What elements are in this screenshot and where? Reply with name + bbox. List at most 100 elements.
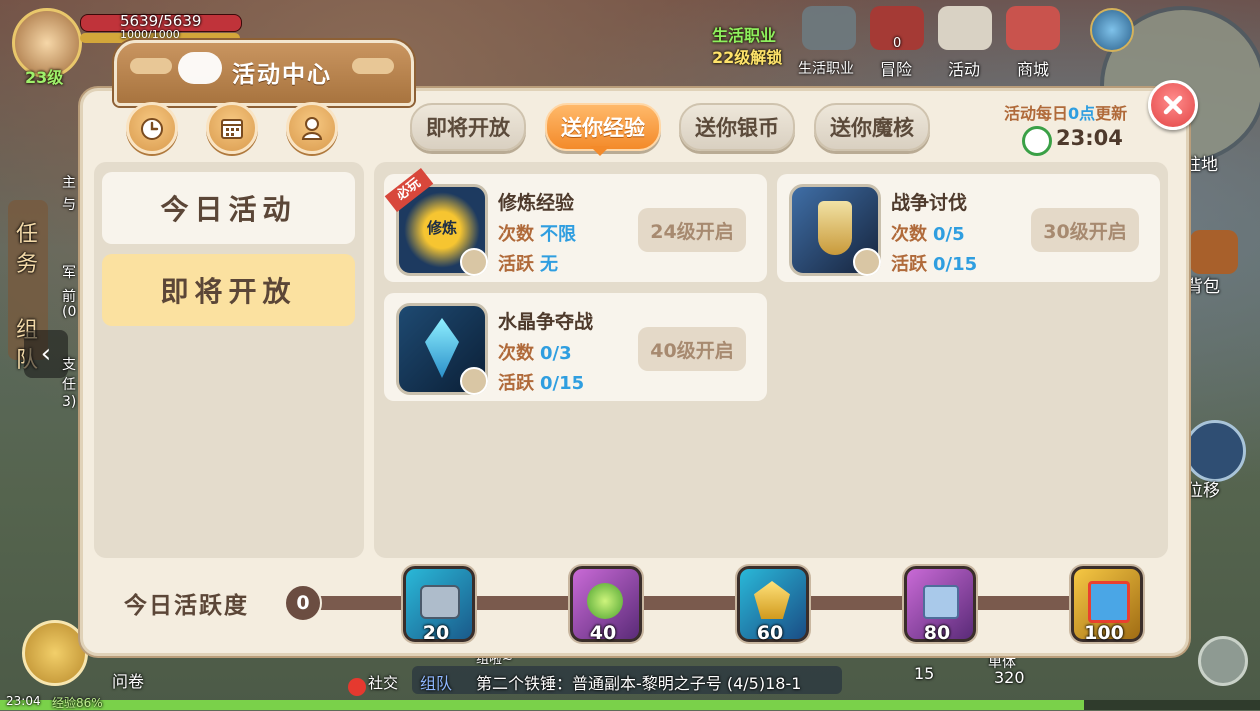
activity-card-war-crusade[interactable]: 战争讨伐 次数 0/5 活跃 0/15 30级开启 xyxy=(777,174,1160,282)
active-tab-pointer xyxy=(590,146,610,156)
reward-badge-icon xyxy=(853,248,881,276)
times-line: 次数 0/3 xyxy=(498,339,572,365)
left-snippet-1: 主 xyxy=(62,175,76,191)
left-snippet-7: 任 xyxy=(62,377,76,393)
character-icon xyxy=(301,117,323,140)
green-rune-icon xyxy=(587,583,623,619)
milestone-80: 80 xyxy=(923,622,951,644)
settings-gear-icon[interactable] xyxy=(1198,636,1248,686)
exp-text: 经验86% xyxy=(52,696,103,710)
active-value: 0/15 xyxy=(933,254,978,275)
unlock-level-button[interactable]: 24级开启 xyxy=(638,208,746,252)
gold-gem-icon xyxy=(754,581,790,619)
stopwatch-icon xyxy=(1022,126,1052,156)
activity-card-crystal-battle[interactable]: 水晶争夺战 次数 0/3 活跃 0/15 40级开启 xyxy=(384,293,767,401)
left-snippet-8: 3) xyxy=(62,394,77,410)
active-value: 0/15 xyxy=(540,373,585,394)
tab-coming-soon[interactable]: 即将开放 xyxy=(410,103,526,151)
right-label-dash[interactable]: 位移 xyxy=(1186,476,1220,501)
times-value: 0/3 xyxy=(540,343,572,364)
activity-name: 战争讨伐 xyxy=(891,192,968,214)
reward-badge-icon xyxy=(460,248,488,276)
dash-skill-icon[interactable] xyxy=(1184,420,1246,482)
active-line: 活跃 0/15 xyxy=(498,369,584,395)
life-job-icon[interactable] xyxy=(802,6,856,50)
exp-bar-fill xyxy=(0,700,1084,710)
milestone-40: 40 xyxy=(589,622,617,644)
top-icon-label-activity: 活动 xyxy=(948,60,981,79)
update-note-suffix: 更新 xyxy=(1095,104,1128,123)
character-button[interactable] xyxy=(286,102,338,154)
player-level: 23级 xyxy=(25,68,64,87)
activity-name: 修炼经验 xyxy=(498,192,575,214)
tab-give-silver[interactable]: 送你银币 xyxy=(679,103,795,151)
title-right-ornament xyxy=(352,58,394,74)
unlock-level-button[interactable]: 30级开启 xyxy=(1031,208,1139,252)
gold-gift-icon xyxy=(1088,581,1130,623)
alarm-clock-icon xyxy=(141,118,163,140)
reward-badge-icon xyxy=(460,367,488,395)
update-note-highlight: 0点 xyxy=(1068,104,1096,123)
milestone-20: 20 xyxy=(422,622,450,644)
alarm-clock-button[interactable] xyxy=(126,102,178,154)
daily-activity-label: 今日活跃度 xyxy=(124,593,249,619)
blue-gift-icon xyxy=(923,585,959,619)
shield-shape xyxy=(818,201,852,255)
scroll-label[interactable]: 问卷 xyxy=(112,668,144,692)
left-snippet-5: (0 xyxy=(62,304,77,320)
backpack-icon[interactable] xyxy=(1190,230,1238,274)
activity-name: 水晶争夺战 xyxy=(498,311,594,333)
cultivation-icon-label: 修炼 xyxy=(426,219,457,237)
active-line: 活跃 0/15 xyxy=(891,250,977,276)
tab-give-exp[interactable]: 送你经验 xyxy=(545,103,661,151)
times-value: 不限 xyxy=(540,224,576,245)
calendar-icon xyxy=(221,119,243,139)
active-label: 活跃 xyxy=(891,254,927,275)
unlock-level-button[interactable]: 40级开启 xyxy=(638,327,746,371)
left-snippet-6: 支 xyxy=(62,357,76,373)
calendar-button[interactable] xyxy=(206,102,258,154)
update-note: 活动每日0点更新 xyxy=(1004,100,1127,124)
title-left-ornament xyxy=(130,58,172,74)
left-snippet-4: 前 xyxy=(62,289,76,305)
bottom-count: 15 xyxy=(914,664,935,683)
panel-title: 活动中心 xyxy=(232,62,332,88)
auto-path-button[interactable] xyxy=(22,620,88,686)
active-label: 活跃 xyxy=(498,373,534,394)
times-label: 次数 xyxy=(498,343,534,364)
shop-icon[interactable] xyxy=(1006,6,1060,50)
times-line: 次数 不限 xyxy=(498,220,576,246)
times-line: 次数 0/5 xyxy=(891,220,965,246)
close-icon xyxy=(1163,95,1183,115)
left-tab-char-1: 任 xyxy=(16,222,39,247)
top-icon-label-shop: 商城 xyxy=(1017,60,1050,79)
activity-progress-current: 0 xyxy=(284,584,322,622)
right-label-backpack[interactable]: 背包 xyxy=(1186,272,1220,297)
left-menu-today-activities[interactable]: 今日活动 xyxy=(102,172,355,244)
close-button[interactable] xyxy=(1148,80,1198,130)
group-tag: 组队 xyxy=(420,674,453,693)
activity-icon[interactable] xyxy=(938,6,992,50)
silver-chest-icon xyxy=(420,585,460,619)
left-tab-char-2: 务 xyxy=(16,252,39,277)
tab-give-magic-core[interactable]: 送你魔核 xyxy=(814,103,930,151)
notification-dot xyxy=(348,678,366,696)
top-icon-label-life: 生活职业 xyxy=(798,61,854,77)
times-label: 次数 xyxy=(891,224,927,245)
single-target-count: 320 xyxy=(994,668,1025,687)
left-snippet-3: 军 xyxy=(62,265,76,281)
active-value: 无 xyxy=(540,254,558,275)
left-snippet-2: 与 xyxy=(62,197,76,213)
right-label-base[interactable]: 驻地 xyxy=(1184,150,1218,175)
top-icon-label-adventure: 冒险 xyxy=(880,60,913,79)
life-job-unlock: 22级解锁 xyxy=(712,48,783,67)
clock-text: 23:04 xyxy=(6,694,41,708)
globe-icon[interactable] xyxy=(1090,8,1134,52)
social-label[interactable]: 社交 xyxy=(368,672,398,693)
activity-card-cultivation-exp[interactable]: 修炼 必玩 修炼经验 次数 不限 活跃无 24级开启 xyxy=(384,167,767,282)
left-menu-coming-soon[interactable]: 即将开放 xyxy=(102,254,355,326)
times-label: 次数 xyxy=(498,224,534,245)
active-label: 活跃 xyxy=(498,254,534,275)
update-note-prefix: 活动每日 xyxy=(1004,104,1069,123)
timer-text: 23:04 xyxy=(1056,126,1123,150)
